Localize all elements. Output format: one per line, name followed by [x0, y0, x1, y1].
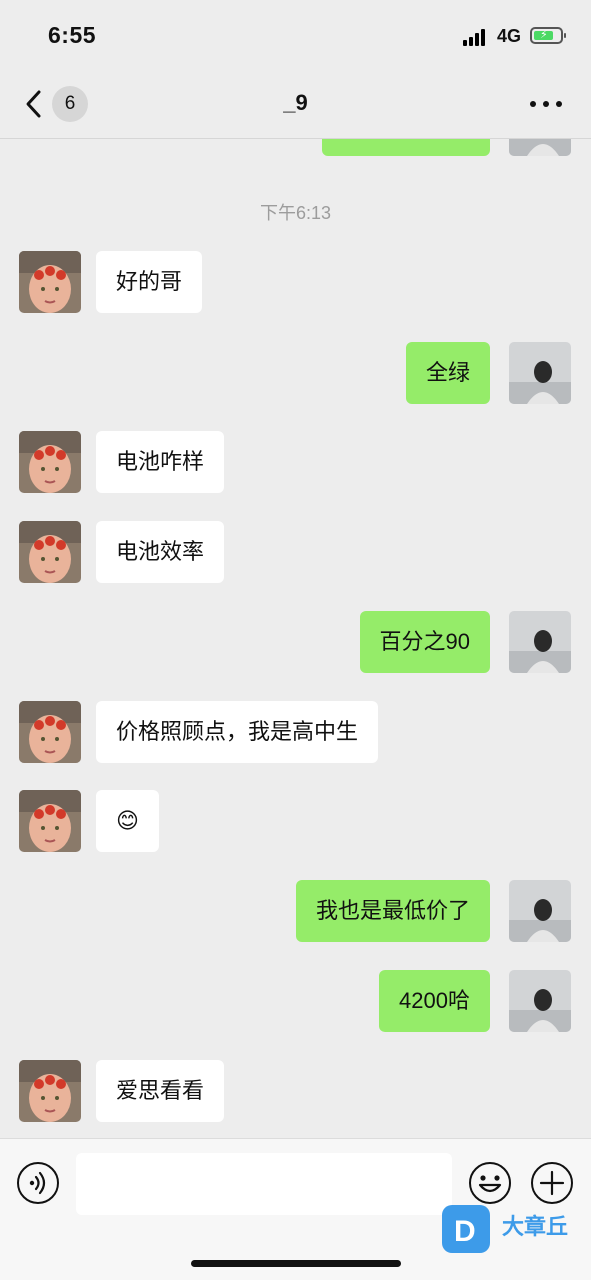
incoming-message-bubble[interactable]: 价格照顾点，我是高中生 — [96, 701, 379, 763]
network-type: 4G — [497, 26, 522, 46]
message-row: 电池咋样 — [0, 431, 591, 494]
chat-title: _9 — [283, 90, 308, 115]
my-avatar[interactable] — [509, 970, 571, 1032]
contact-avatar[interactable] — [19, 1060, 81, 1122]
message-input[interactable] — [76, 1153, 452, 1215]
message-row-partial — [0, 138, 591, 157]
outgoing-message-bubble[interactable]: 4200哈 — [379, 970, 490, 1032]
contact-avatar[interactable] — [19, 251, 81, 313]
outgoing-bubble-partial — [322, 138, 490, 156]
plus-icon[interactable] — [530, 1161, 574, 1205]
watermark-logo-icon: D — [442, 1205, 490, 1253]
message-row: 好的哥 — [0, 251, 591, 314]
more-icon[interactable] — [530, 96, 562, 112]
message-row: 百分之90 — [0, 611, 591, 674]
message-row: 😊 — [0, 790, 591, 853]
my-avatar[interactable] — [509, 611, 571, 673]
message-row: 全绿 — [0, 342, 591, 405]
watermark-text: 大章丘 — [502, 1214, 569, 1239]
message-timestamp: 下午6:13 — [259, 203, 332, 223]
input-bar: D 大章丘 — [0, 1138, 591, 1280]
incoming-message-bubble[interactable]: 😊 — [96, 790, 159, 852]
contact-avatar[interactable] — [19, 431, 81, 493]
message-row: 4200哈 — [0, 970, 591, 1033]
message-row: 爱思看看 — [0, 1060, 591, 1123]
incoming-message-bubble[interactable]: 好的哥 — [96, 251, 203, 313]
battery-icon: ⚡ — [530, 27, 566, 44]
emoji-icon[interactable] — [468, 1161, 512, 1205]
status-time: 6:55 — [48, 22, 97, 48]
incoming-message-bubble[interactable]: 电池效率 — [96, 521, 225, 583]
outgoing-message-bubble[interactable]: 全绿 — [405, 342, 490, 404]
chat-area[interactable]: 下午6:13 好的哥全绿电池咋样电池效率百分之90 价格照顾点，我是高中生 😊 我也是… — [0, 138, 591, 1138]
signal-icon — [463, 28, 491, 46]
status-bar: 6:55 4G ⚡ — [0, 0, 591, 70]
outgoing-message-bubble[interactable]: 百分之90 — [359, 611, 490, 673]
message-row: 价格照顾点，我是高中生 — [0, 701, 591, 764]
message-row: 电池效率 — [0, 521, 591, 584]
outgoing-message-bubble[interactable]: 我也是最低价了 — [295, 880, 490, 942]
contact-avatar[interactable] — [19, 790, 81, 852]
contact-avatar[interactable] — [19, 521, 81, 583]
voice-input-icon[interactable] — [16, 1161, 60, 1205]
incoming-message-bubble[interactable]: 电池咋样 — [96, 431, 225, 493]
chat-header: 6 _9 — [0, 70, 591, 139]
svg-text:D: D — [454, 1215, 476, 1248]
my-avatar[interactable] — [509, 880, 571, 942]
home-indicator — [191, 1260, 401, 1267]
contact-avatar[interactable] — [19, 701, 81, 763]
my-avatar[interactable] — [509, 138, 571, 156]
my-avatar[interactable] — [509, 342, 571, 404]
message-row: 我也是最低价了 — [0, 880, 591, 943]
incoming-message-bubble[interactable]: 爱思看看 — [96, 1060, 225, 1122]
